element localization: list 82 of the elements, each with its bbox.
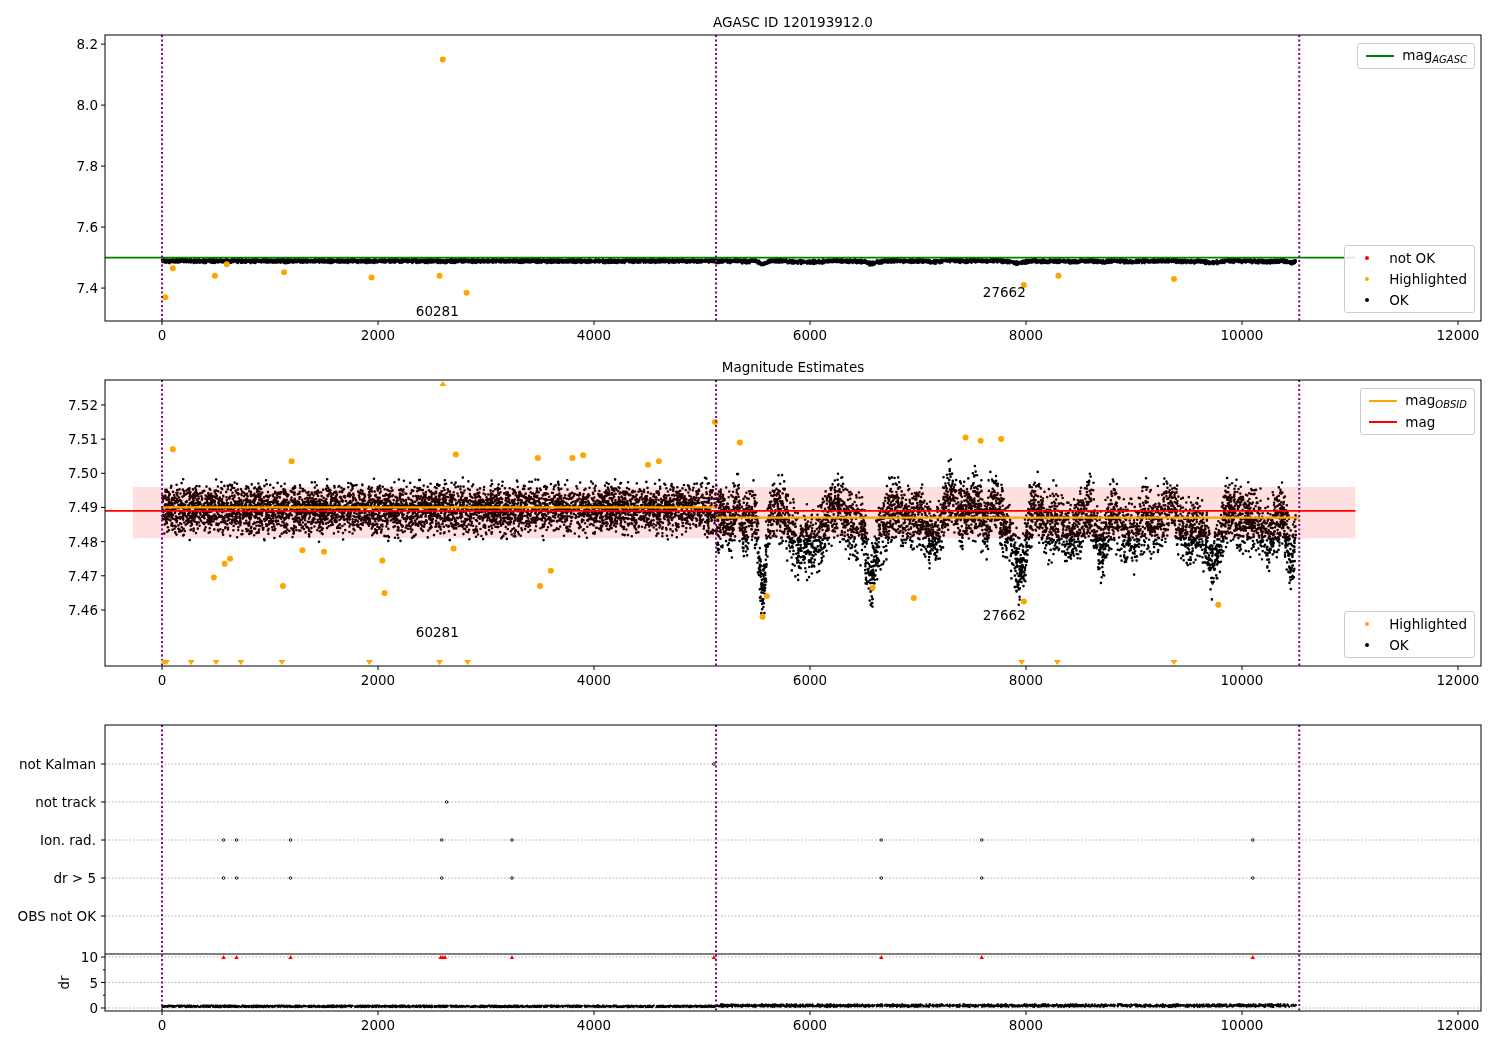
tick-label: 4000 xyxy=(576,327,612,343)
category-label: not track xyxy=(35,794,96,810)
annotation-label: 60281 xyxy=(415,623,459,640)
tick-label: 8000 xyxy=(1008,672,1044,688)
annotation-label: 27662 xyxy=(982,607,1026,624)
tick-label: 7.51 xyxy=(67,431,98,448)
flag-marker xyxy=(979,838,984,842)
tick-label: 8.2 xyxy=(76,36,98,53)
flag-marker xyxy=(221,838,226,842)
legend-label: OK xyxy=(1389,292,1409,308)
triangle-marker xyxy=(879,955,884,959)
triangle-marker xyxy=(288,955,293,959)
triangle-marker xyxy=(1250,955,1255,959)
tick-label: 8.0 xyxy=(76,97,98,114)
tick-label: 7.46 xyxy=(67,601,98,618)
annotation-label: 60281 xyxy=(415,302,459,319)
tick-label: 7.4 xyxy=(76,280,98,297)
triangle-marker xyxy=(711,955,717,959)
flag-marker xyxy=(440,876,444,880)
annotation-label: 27662 xyxy=(982,283,1026,300)
flag-marker xyxy=(440,838,444,842)
flag-marker xyxy=(979,876,984,880)
tick-label: 2000 xyxy=(360,1017,396,1033)
tick-label: 0 xyxy=(157,1017,167,1033)
flag-marker xyxy=(879,838,884,842)
triangle-marker xyxy=(979,955,984,959)
triangle-marker xyxy=(221,955,226,959)
flag-marker xyxy=(1251,876,1255,880)
category-label: not Kalman xyxy=(18,756,96,772)
tick-label: 2000 xyxy=(360,327,396,343)
tick-label: 0 xyxy=(157,672,167,688)
tick-label: 7.52 xyxy=(67,396,98,413)
legend-label: Highlighted xyxy=(1389,616,1467,632)
tick-label: 2000 xyxy=(360,672,396,688)
chart-title: Magnitude Estimates xyxy=(721,359,865,375)
tick-label: 8000 xyxy=(1008,327,1044,343)
tick-label: 6000 xyxy=(792,1017,828,1033)
axis-label: dr xyxy=(56,975,72,990)
tick-label: 7.47 xyxy=(67,567,98,584)
triangle-marker xyxy=(234,955,239,959)
tick-label: 7.6 xyxy=(76,219,98,236)
triangle-marker xyxy=(509,955,515,959)
legend-label: Highlighted xyxy=(1389,271,1467,287)
tick-label: 7.50 xyxy=(67,465,98,482)
tick-label: 8000 xyxy=(1008,1017,1044,1033)
flag-marker xyxy=(510,876,514,880)
tick-label: 0 xyxy=(157,327,167,343)
tick-label: 12000 xyxy=(1436,672,1480,688)
flag-marker xyxy=(1251,838,1255,842)
flag-marker xyxy=(221,876,226,880)
category-label: dr > 5 xyxy=(53,870,96,886)
flag-marker xyxy=(288,876,293,880)
tick-label: 10000 xyxy=(1220,672,1264,688)
category-label: Ion. rad. xyxy=(39,832,96,848)
tick-label: 12000 xyxy=(1436,1017,1480,1033)
chart-title: AGASC ID 120193912.0 xyxy=(713,14,873,30)
tick-label: 6000 xyxy=(792,327,828,343)
category-label: OBS not OK xyxy=(17,908,96,924)
tick-label: 12000 xyxy=(1436,327,1480,343)
tick-label: 0 xyxy=(89,1000,98,1016)
tick-label: 10000 xyxy=(1220,1017,1264,1033)
legend-label: mag$_{AGASC}$ xyxy=(1402,47,1467,65)
flag-marker xyxy=(712,762,716,766)
flag-marker xyxy=(879,876,884,880)
legend-label: mag$_{OBSID}$ xyxy=(1405,392,1467,410)
tick-label: 4000 xyxy=(576,1017,612,1033)
tick-label: 10 xyxy=(80,949,98,965)
legend-label: not OK xyxy=(1389,250,1436,266)
flag-marker xyxy=(510,838,514,842)
tick-label: 7.49 xyxy=(67,499,98,516)
tick-label: 5 xyxy=(89,974,98,991)
flag-marker xyxy=(444,800,449,804)
tick-label: 7.8 xyxy=(76,158,98,175)
tick-label: 4000 xyxy=(576,672,612,688)
tick-label: 10000 xyxy=(1220,327,1264,343)
flag-marker xyxy=(234,838,239,842)
tick-label: 7.48 xyxy=(67,533,98,550)
flag-marker xyxy=(288,838,293,842)
legend-label: OK xyxy=(1389,637,1409,653)
tick-label: 6000 xyxy=(792,672,828,688)
flag-marker xyxy=(234,876,239,880)
legend-label: mag xyxy=(1405,414,1436,430)
